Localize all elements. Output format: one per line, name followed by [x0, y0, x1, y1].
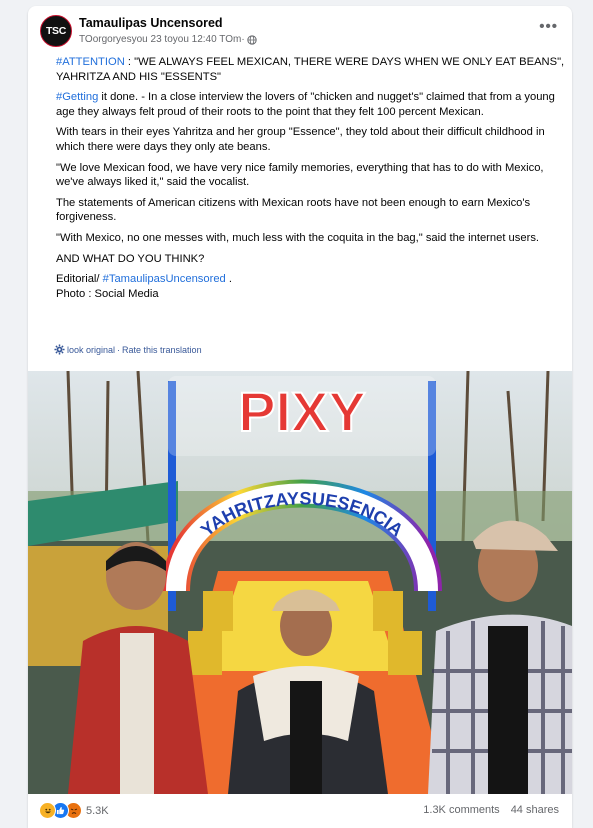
paragraph-6: "With Mexico, no one messes with, much l… [56, 231, 540, 244]
post-timestamp[interactable]: TOorgoryesyou 23 toyou 12:40 TOm· [79, 34, 245, 45]
more-options-button[interactable]: ••• [539, 18, 558, 35]
hashtag-getting[interactable]: #Getting [56, 91, 98, 103]
paragraph-5: The statements of American citizens with… [56, 196, 531, 224]
paragraph-2: #Getting it done. - In a close interview… [56, 90, 566, 119]
page-name-link[interactable]: Tamaulipas Uncensored [79, 16, 223, 30]
arch-top-text: PIXY [238, 380, 366, 443]
editorial-label: Editorial/ [56, 273, 103, 286]
paragraph-1-text: : "WE ALWAYS FEEL MEXICAN, THERE WERE DA… [56, 56, 565, 83]
translation-bar: look original · Rate this translation [54, 344, 202, 355]
shares-count-link[interactable]: 44 shares [511, 804, 559, 816]
paragraph-4: "We love Mexican food, we have very nice… [56, 161, 544, 189]
paragraph-2-text: it done. - In a close interview the love… [56, 91, 555, 118]
editorial-suffix: . [225, 273, 232, 286]
post-text: #ATTENTION : "WE ALWAYS FEEL MEXICAN, TH… [56, 55, 566, 301]
paragraph-3: With tears in their eyes Yahritza and he… [56, 126, 545, 153]
hashtag-tamaulipas[interactable]: #TamaulipasUncensored [103, 273, 226, 285]
reactions-summary[interactable]: 5.3K [39, 802, 109, 819]
post-meta: TOorgoryesyou 23 toyou 12:40 TOm· [79, 34, 257, 45]
haha-icon [39, 802, 56, 819]
post-photo[interactable]: PIXY YAHRITZAYSUESENCIA [28, 371, 572, 794]
hashtag-attention[interactable]: #ATTENTION [56, 56, 125, 68]
post-card: TSC Tamaulipas Uncensored TOorgoryesyou … [28, 6, 572, 828]
paragraph-1: #ATTENTION : "WE ALWAYS FEEL MEXICAN, TH… [56, 55, 566, 84]
engagement-stats: 1.3K comments 44 shares [423, 804, 559, 816]
post-header: TSC Tamaulipas Uncensored TOorgoryesyou … [28, 6, 572, 52]
avatar[interactable]: TSC [40, 15, 72, 47]
post-footer: 5.3K 1.3K comments 44 shares [28, 794, 572, 828]
comments-count-link[interactable]: 1.3K comments [423, 804, 499, 816]
see-original-link[interactable]: look original [67, 345, 115, 355]
gear-icon [54, 344, 65, 355]
paragraph-7: AND WHAT DO YOU THINK? [56, 252, 205, 265]
rate-translation-link[interactable]: Rate this translation [122, 345, 202, 355]
translation-separator: · [117, 344, 121, 355]
photo-credit: Photo : Social Media [56, 287, 159, 300]
reaction-count[interactable]: 5.3K [86, 805, 109, 817]
paragraph-8: Editorial/ #TamaulipasUncensored . [56, 272, 566, 287]
globe-icon [246, 34, 257, 45]
